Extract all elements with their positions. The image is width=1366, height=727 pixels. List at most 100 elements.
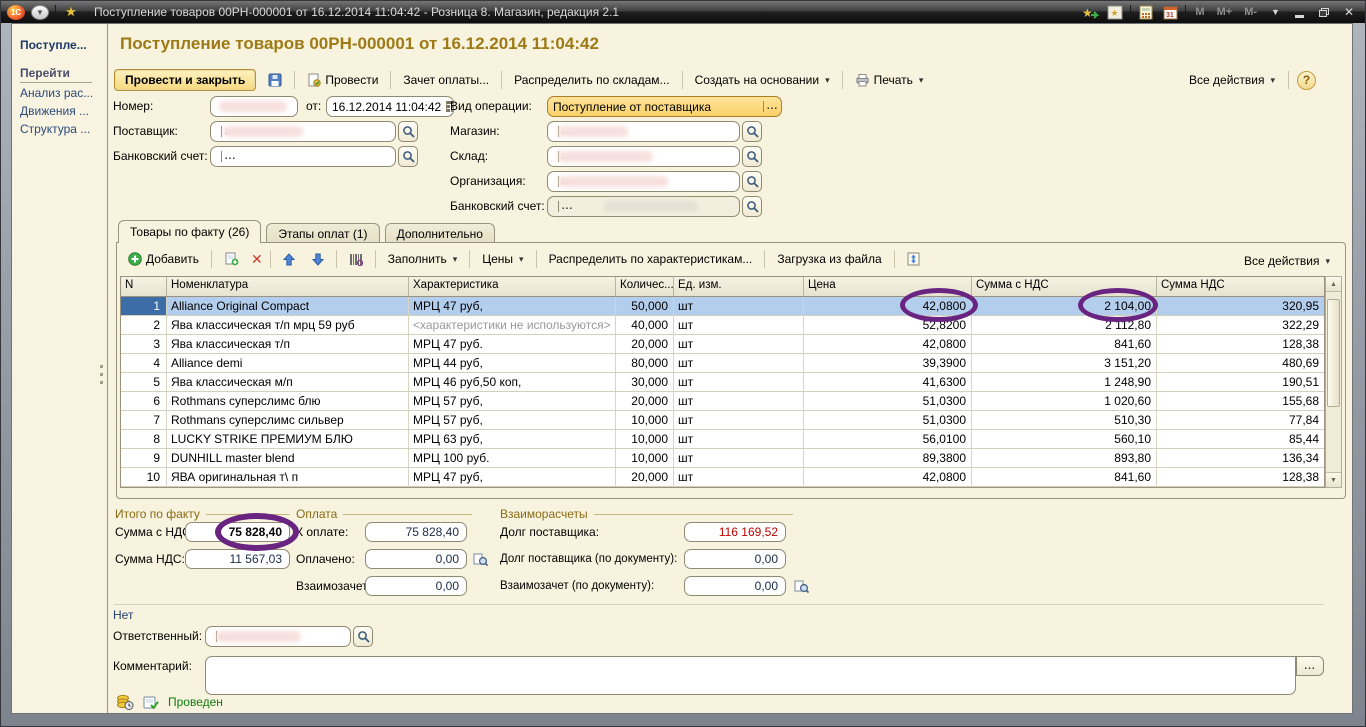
all-actions-button[interactable]: Все действия▾ [1184,70,1280,90]
supplier-debt-label: Долг поставщика: [500,522,599,543]
chevron-down-icon: ▾ [825,75,830,86]
operation-field[interactable]: Поступление от поставщика... [547,96,782,117]
tab-goods[interactable]: Товары по факту (26) [118,220,261,243]
sidebar-item-movements[interactable]: Движения ... [20,104,89,118]
fit-rows-icon[interactable] [902,249,925,269]
load-from-file-button[interactable]: Загрузка из файла [772,249,886,269]
memory-m-button[interactable]: M [1192,6,1207,18]
operation-value: Поступление от поставщика [553,100,758,114]
create-based-on-button[interactable]: Создать на основании▾ [690,70,835,90]
choose-button[interactable]: ... [558,201,576,212]
restore-button[interactable] [1315,3,1333,21]
tab-payment-stages[interactable]: Этапы оплат (1) [266,223,379,243]
date-field[interactable]: 16.12.2014 11:04:42 [326,96,454,117]
table-row[interactable]: 7 Rothmans суперслимс сильвер МРЦ 57 руб… [121,411,1324,430]
paid-detail-icon[interactable] [472,551,489,568]
table-scrollbar[interactable]: ▲ ▼ [1325,276,1342,488]
add-row-button[interactable]: Добавить [123,249,204,269]
distribute-characteristics-button[interactable]: Распределить по характеристикам... [544,249,758,269]
favorites-list-icon[interactable]: ★ [1106,3,1124,21]
search-icon[interactable] [742,121,762,142]
search-icon[interactable] [742,146,762,167]
warehouse-field[interactable]: ... [547,146,762,167]
grid-all-actions-button[interactable]: Все действия▾ [1239,251,1335,271]
post-button[interactable]: Провести [302,70,383,90]
chevron-down-icon: ▾ [1270,75,1275,86]
memory-m-minus-button[interactable]: M- [1241,6,1260,18]
table-row[interactable]: 2 Ява классическая т/п мрц 59 руб <харак… [121,316,1324,335]
table-row[interactable]: 3 Ява классическая т/п МРЦ 47 руб. 20,00… [121,335,1324,354]
comment-field[interactable] [205,656,1296,695]
scrollbar-thumb[interactable] [1327,299,1340,407]
table-row[interactable]: 6 Rothmans суперслимс блю МРЦ 57 руб, 20… [121,392,1324,411]
move-down-button[interactable] [307,250,329,269]
close-button[interactable]: ✕ [1339,5,1359,19]
bank-account-field[interactable]: ... [210,146,418,167]
fill-menu-button[interactable]: Заполнить▾ [383,249,462,269]
choose-button[interactable]: ... [763,101,781,112]
save-button[interactable] [263,70,287,90]
paid-field[interactable]: 0,00 [365,549,467,569]
print-button[interactable]: Печать▾ [850,70,929,90]
sum-with-vat-field[interactable]: 75 828,40 [185,522,290,542]
organization-field[interactable]: ... [547,171,762,192]
offset-doc-field[interactable]: 0,00 [684,576,786,596]
titlebar-dropdown-icon[interactable]: ▼ [1266,7,1285,17]
barcode-scanner-icon[interactable] [344,250,368,269]
table-row[interactable]: 4 Alliance demi МРЦ 44 руб, 80,000 шт 39… [121,354,1324,373]
minimize-button[interactable] [1291,3,1309,21]
delete-row-icon[interactable]: ✕ [251,253,263,265]
calendar-icon[interactable]: 31 [1161,3,1179,21]
search-icon[interactable] [353,626,373,647]
supplier-debt-doc-field[interactable]: 0,00 [684,549,786,569]
main-menu-button[interactable]: ▼ [31,5,49,20]
offset-doc-detail-icon[interactable] [793,578,810,595]
due-field[interactable]: 75 828,40 [365,522,467,542]
cell-sum-vat: 2 112,80 [972,316,1157,334]
toolbar-separator [211,250,212,268]
table-row[interactable]: 1 Alliance Original Compact МРЦ 47 руб, … [121,297,1324,316]
offset-field[interactable]: 0,00 [365,576,467,596]
payment-offset-button[interactable]: Зачет оплаты... [398,70,494,90]
memory-m-plus-button[interactable]: M+ [1214,6,1236,18]
supplier-debt-field[interactable]: 116 169,52 [684,522,786,542]
comment-expand-button[interactable]: ... [1296,656,1324,676]
cell-nomenclature: DUNHILL master blend [167,449,409,467]
table-row[interactable]: 9 DUNHILL master blend МРЦ 100 руб. 10,0… [121,449,1324,468]
org-bank-account-field[interactable]: ... [547,196,762,217]
cell-unit: шт [674,373,804,391]
calculator-icon[interactable] [1137,3,1155,21]
sidebar-splitter[interactable] [100,360,106,392]
operation-label: Вид операции: [450,96,532,117]
no-link[interactable]: Нет [113,608,133,622]
supplier-field[interactable]: ... [210,121,418,142]
post-and-close-button[interactable]: Провести и закрыть [114,69,256,91]
move-up-button[interactable] [278,250,300,269]
favorites-star-icon[interactable]: ★ [62,3,80,21]
tab-additional[interactable]: Дополнительно [385,223,495,243]
add-favorite-icon[interactable]: ★ [1082,3,1100,21]
search-icon[interactable] [742,171,762,192]
search-icon[interactable] [398,146,418,167]
table-row[interactable]: 5 Ява классическая м/п МРЦ 46 руб,50 коп… [121,373,1324,392]
table-row[interactable]: 10 ЯВА оригинальная т\ п МРЦ 47 руб, 20,… [121,468,1324,487]
copy-row-button[interactable] [219,249,244,269]
scroll-down-icon[interactable]: ▼ [1326,472,1341,487]
store-field[interactable]: ... [547,121,762,142]
help-button[interactable]: ? [1297,71,1316,90]
search-icon[interactable] [742,196,762,217]
table-header[interactable]: N Номенклатура Характеристика Количес...… [121,277,1324,297]
scroll-up-icon[interactable]: ▲ [1326,277,1341,292]
prices-menu-button[interactable]: Цены▾ [477,249,528,269]
cell-characteristic: МРЦ 57 руб, [409,392,616,410]
sidebar-item-structure[interactable]: Структура ... [20,122,90,136]
choose-button[interactable]: ... [221,151,239,162]
sidebar-item-analysis[interactable]: Анализ рас... [20,86,93,100]
number-field[interactable] [210,96,298,117]
distribute-warehouses-button[interactable]: Распределить по складам... [509,70,674,90]
responsible-field[interactable]: ... [205,626,373,647]
search-icon[interactable] [398,121,418,142]
sidebar-item-current-document[interactable]: Поступле... [20,38,87,52]
table-row[interactable]: 8 LUCKY STRIKE ПРЕМИУМ БЛЮ МРЦ 63 руб, 1… [121,430,1324,449]
sum-vat-field[interactable]: 11 567,03 [185,549,290,569]
